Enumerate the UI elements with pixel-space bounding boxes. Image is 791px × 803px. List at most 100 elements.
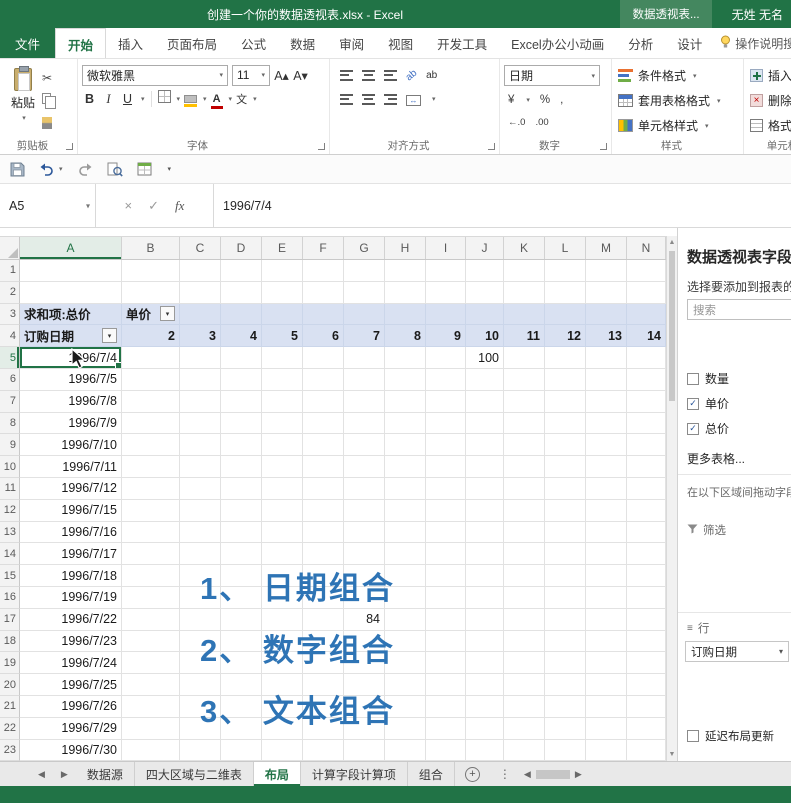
cell-M7[interactable] — [586, 390, 627, 413]
cell-L14[interactable] — [545, 543, 586, 566]
cell-E2[interactable] — [262, 281, 303, 304]
orientation-button[interactable]: ab — [404, 67, 420, 83]
cell-M4[interactable]: 13 — [586, 325, 627, 348]
cell-A11[interactable]: 1996/7/12 — [20, 477, 122, 500]
cell-L8[interactable] — [545, 412, 586, 435]
cell-K21[interactable] — [504, 695, 545, 718]
cell-N4[interactable]: 14 — [627, 325, 666, 348]
column-header-H[interactable]: H — [385, 237, 426, 259]
cell-I14[interactable] — [426, 543, 466, 566]
cell-L1[interactable] — [545, 260, 586, 282]
redo-button[interactable] — [77, 162, 93, 176]
cell-K2[interactable] — [504, 281, 545, 304]
cell-B12[interactable] — [122, 499, 180, 522]
cell-G23[interactable] — [344, 739, 385, 761]
cell-F23[interactable] — [303, 739, 344, 761]
row-header-9[interactable]: 9 — [0, 434, 20, 457]
cell-K13[interactable] — [504, 521, 545, 544]
cell-H11[interactable] — [385, 477, 426, 500]
cell-J23[interactable] — [466, 739, 504, 761]
cell-N2[interactable] — [627, 281, 666, 304]
cell-E12[interactable] — [262, 499, 303, 522]
column-header-B[interactable]: B — [122, 237, 180, 259]
cell-F14[interactable] — [303, 543, 344, 566]
cell-D8[interactable] — [221, 412, 262, 435]
cell-A17[interactable]: 1996/7/22 — [20, 608, 122, 631]
cell-D2[interactable] — [221, 281, 262, 304]
cell-B16[interactable] — [122, 586, 180, 609]
sheet-nav-right-icon[interactable]: ▶ — [53, 762, 76, 786]
cell-C6[interactable] — [180, 368, 221, 391]
cell-F12[interactable] — [303, 499, 344, 522]
align-center-button[interactable] — [362, 93, 375, 105]
more-tables-link[interactable]: 更多表格... — [687, 450, 745, 467]
cell-E5[interactable] — [262, 347, 303, 369]
increase-decimal-button[interactable]: ←.0 — [508, 117, 525, 128]
cell-K23[interactable] — [504, 739, 545, 761]
cell-H9[interactable] — [385, 434, 426, 457]
name-box[interactable]: A5 ▾ — [0, 184, 96, 227]
cell-K20[interactable] — [504, 674, 545, 696]
cell-E13[interactable] — [262, 521, 303, 544]
print-preview-button[interactable] — [107, 162, 123, 177]
cell-J20[interactable] — [466, 674, 504, 696]
cell-A1[interactable] — [20, 260, 122, 282]
row-header-4[interactable]: 4 — [0, 325, 20, 348]
cell-C5[interactable] — [180, 347, 221, 369]
undo-button[interactable]: ▾ — [39, 162, 63, 176]
cell-D4[interactable]: 4 — [221, 325, 262, 348]
cell-I20[interactable] — [426, 674, 466, 696]
cell-N23[interactable] — [627, 739, 666, 761]
cell-L15[interactable] — [545, 565, 586, 587]
cell-A10[interactable]: 1996/7/11 — [20, 456, 122, 478]
cell-A13[interactable]: 1996/7/16 — [20, 521, 122, 544]
cell-B15[interactable] — [122, 565, 180, 587]
cell-I13[interactable] — [426, 521, 466, 544]
cell-H1[interactable] — [385, 260, 426, 282]
cell-E7[interactable] — [262, 390, 303, 413]
row-header-21[interactable]: 21 — [0, 695, 20, 718]
row-header-18[interactable]: 18 — [0, 630, 20, 653]
phonetic-guide-button[interactable]: 文 — [236, 91, 247, 107]
cell-L10[interactable] — [545, 456, 586, 478]
cell-L19[interactable] — [545, 652, 586, 675]
row-header-22[interactable]: 22 — [0, 717, 20, 740]
tab-开发工具[interactable]: 开发工具 — [425, 28, 499, 58]
column-header-F[interactable]: F — [303, 237, 344, 259]
cell-G6[interactable] — [344, 368, 385, 391]
tab-视图[interactable]: 视图 — [376, 28, 425, 58]
cell-J22[interactable] — [466, 717, 504, 740]
cell-N1[interactable] — [627, 260, 666, 282]
cell-D1[interactable] — [221, 260, 262, 282]
cell-K19[interactable] — [504, 652, 545, 675]
row-header-8[interactable]: 8 — [0, 412, 20, 435]
cell-J16[interactable] — [466, 586, 504, 609]
cell-B2[interactable] — [122, 281, 180, 304]
cell-B23[interactable] — [122, 739, 180, 761]
sheet-tab-布局[interactable]: 布局 — [253, 762, 301, 786]
cell-K4[interactable]: 11 — [504, 325, 545, 348]
column-header-C[interactable]: C — [180, 237, 221, 259]
row-header-19[interactable]: 19 — [0, 652, 20, 675]
cell-E4[interactable]: 5 — [262, 325, 303, 348]
cell-A23[interactable]: 1996/7/30 — [20, 739, 122, 761]
cell-M2[interactable] — [586, 281, 627, 304]
dialog-launcher-icon[interactable] — [318, 143, 325, 150]
cell-C14[interactable] — [180, 543, 221, 566]
column-header-D[interactable]: D — [221, 237, 262, 259]
scroll-left-icon[interactable]: ◀ — [524, 769, 531, 780]
cell-M19[interactable] — [586, 652, 627, 675]
cell-N20[interactable] — [627, 674, 666, 696]
decrease-decimal-button[interactable]: .00 — [535, 117, 548, 128]
cell-J14[interactable] — [466, 543, 504, 566]
cell-B1[interactable] — [122, 260, 180, 282]
cell-C10[interactable] — [180, 456, 221, 478]
cell-F13[interactable] — [303, 521, 344, 544]
cell-L16[interactable] — [545, 586, 586, 609]
percent-style-button[interactable]: % — [540, 94, 550, 106]
cell-F4[interactable]: 6 — [303, 325, 344, 348]
cell-N22[interactable] — [627, 717, 666, 740]
cell-A18[interactable]: 1996/7/23 — [20, 630, 122, 653]
cell-B17[interactable] — [122, 608, 180, 631]
cell-J5[interactable]: 100 — [466, 347, 504, 369]
